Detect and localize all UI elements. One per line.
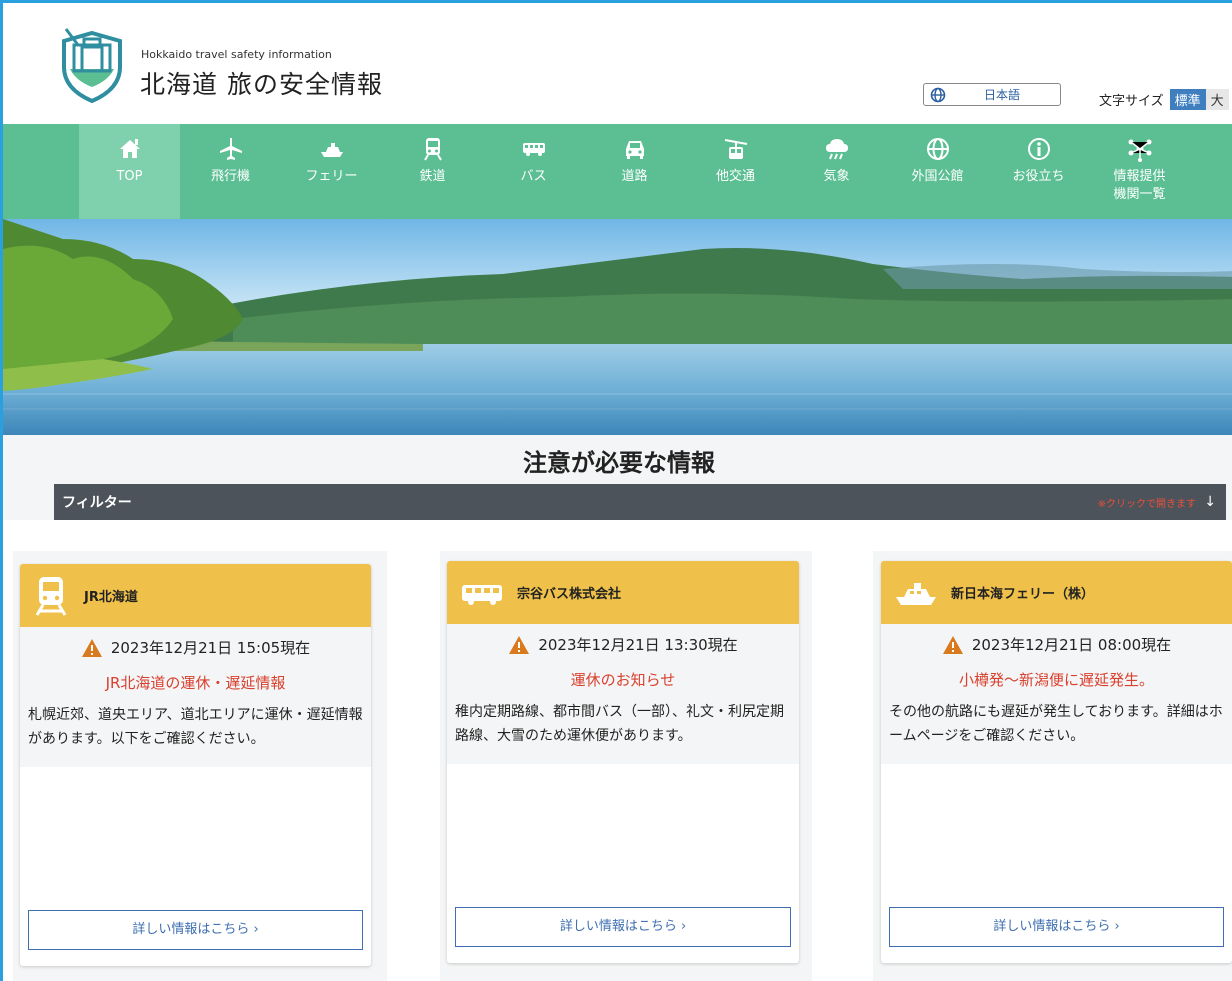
card-description: 稚内定期路線、都市間バス（一部）、礼文・利尻定期路線、大雪のため運休便があります… bbox=[455, 704, 784, 744]
card-header: 宗谷バス株式会社 bbox=[447, 561, 799, 624]
hero-image bbox=[3, 219, 1232, 435]
home-icon bbox=[119, 139, 140, 158]
nav-item-airplane[interactable]: 飛行機 bbox=[180, 124, 281, 219]
warning-icon bbox=[81, 638, 102, 657]
nav-item-road[interactable]: 道路 bbox=[584, 124, 685, 219]
ferry-icon bbox=[896, 582, 936, 605]
logo-subtitle: Hokkaido travel safety information bbox=[141, 48, 332, 61]
details-button[interactable]: 詳しい情報はこちら › bbox=[455, 907, 791, 947]
card-date-text: 2023年12月21日 13:30現在 bbox=[538, 636, 738, 654]
card-date: 2023年12月21日 08:00現在 bbox=[881, 634, 1232, 655]
arrow-down-icon: ↓ bbox=[1204, 494, 1216, 510]
language-value: 日本語 bbox=[984, 88, 1021, 102]
nav-item-providers[interactable]: 情報提供 機関一覧 bbox=[1089, 124, 1190, 219]
card-date: 2023年12月21日 13:30現在 bbox=[447, 634, 799, 655]
bus-icon bbox=[462, 584, 502, 605]
nav-item-other-transport[interactable]: 他交通 bbox=[685, 124, 786, 219]
font-size-control: 文字サイズ 標準 大 bbox=[1099, 89, 1229, 110]
nav-label: 他交通 bbox=[715, 169, 755, 184]
card-org-name: JR北海道 bbox=[84, 590, 138, 605]
ropeway-icon bbox=[724, 139, 747, 159]
nav-label: 飛行機 bbox=[210, 169, 250, 184]
card-description: 札幌近郊、道央エリア、道北エリアに運休・遅延情報があります。以下をご確認ください… bbox=[28, 707, 363, 747]
card-description: その他の航路にも遅延が発生しております。詳細はホームページをご確認ください。 bbox=[889, 704, 1223, 744]
nav-label: TOP bbox=[116, 169, 143, 184]
nav-label: 気象 bbox=[823, 169, 850, 184]
filter-label: フィルター bbox=[62, 495, 132, 511]
weather-icon bbox=[825, 139, 848, 160]
nav-item-consulates[interactable]: 外国公館 bbox=[887, 124, 988, 219]
card-header: 新日本海フェリー（株） bbox=[881, 561, 1232, 624]
filter-toggle[interactable]: フィルター ※クリックで開きます ↓ bbox=[54, 484, 1226, 520]
logo-icon[interactable] bbox=[58, 27, 126, 105]
network-icon bbox=[1128, 139, 1151, 162]
card-date-text: 2023年12月21日 15:05現在 bbox=[110, 639, 311, 657]
card-header: JR北海道 bbox=[20, 564, 371, 627]
train-icon bbox=[35, 576, 67, 616]
card-body: 2023年12月21日 08:00現在 小樽発～新潟便に遅延発生。 その他の航路… bbox=[881, 624, 1232, 764]
nav-item-weather[interactable]: 気象 bbox=[786, 124, 887, 219]
section-title: 注意が必要な情報 bbox=[523, 449, 715, 477]
nav-item-useful[interactable]: お役立ち bbox=[988, 124, 1089, 219]
nav-item-ferry[interactable]: フェリー bbox=[281, 124, 382, 219]
info-icon bbox=[1027, 138, 1050, 160]
card-org-name: 宗谷バス株式会社 bbox=[517, 587, 622, 602]
font-size-standard-button[interactable]: 標準 bbox=[1169, 89, 1206, 110]
main-nav: TOP 飛行機 フェリー 鉄道 バス 道路 他交通 気象 外国公館 お役立ち 情… bbox=[3, 124, 1232, 219]
alert-card: 新日本海フェリー（株） 2023年12月21日 08:00現在 小樽発～新潟便に… bbox=[881, 561, 1232, 963]
warning-icon bbox=[509, 635, 530, 654]
bus-icon bbox=[522, 143, 545, 156]
card-date: 2023年12月21日 15:05現在 bbox=[20, 637, 371, 658]
card-body: 2023年12月21日 13:30現在 運休のお知らせ 稚内定期路線、都市間バス… bbox=[447, 624, 799, 764]
airplane-icon bbox=[219, 138, 242, 160]
site-header: Hokkaido travel safety information 北海道 旅… bbox=[3, 3, 1232, 124]
page-frame: Hokkaido travel safety information 北海道 旅… bbox=[0, 0, 1232, 981]
language-select[interactable]: 日本語 bbox=[923, 83, 1061, 106]
car-icon bbox=[625, 141, 644, 159]
card-alert-title: 小樽発～新潟便に遅延発生。 bbox=[958, 671, 1154, 689]
card-alert-title: JR北海道の運休・遅延情報 bbox=[105, 674, 286, 692]
globe-icon bbox=[930, 87, 946, 102]
nav-item-train[interactable]: 鉄道 bbox=[382, 124, 483, 219]
warning-icon bbox=[942, 635, 963, 654]
nav-label: 情報提供 機関一覧 bbox=[1113, 169, 1166, 202]
nav-item-bus[interactable]: バス bbox=[483, 124, 584, 219]
font-size-label: 文字サイズ bbox=[1099, 94, 1164, 109]
train-icon bbox=[423, 138, 442, 161]
nav-item-top[interactable]: TOP bbox=[79, 124, 180, 219]
nav-label: 鉄道 bbox=[419, 169, 446, 184]
card-body: 2023年12月21日 15:05現在 JR北海道の運休・遅延情報 札幌近郊、道… bbox=[20, 627, 371, 767]
details-button[interactable]: 詳しい情報はこちら › bbox=[28, 910, 363, 950]
nav-label: 道路 bbox=[621, 169, 648, 184]
details-button[interactable]: 詳しい情報はこちら › bbox=[889, 907, 1224, 947]
card-date-text: 2023年12月21日 08:00現在 bbox=[971, 636, 1172, 654]
ferry-icon bbox=[320, 143, 343, 157]
alert-card: JR北海道 2023年12月21日 15:05現在 JR北海道の運休・遅延情報 … bbox=[20, 564, 371, 966]
nav-label: バス bbox=[520, 169, 547, 184]
logo-title[interactable]: 北海道 旅の安全情報 bbox=[140, 65, 383, 101]
card-alert-title: 運休のお知らせ bbox=[570, 671, 676, 689]
font-size-large-button[interactable]: 大 bbox=[1205, 89, 1229, 110]
alert-card: 宗谷バス株式会社 2023年12月21日 13:30現在 運休のお知らせ 稚内定… bbox=[447, 561, 799, 963]
card-org-name: 新日本海フェリー（株） bbox=[951, 587, 1095, 602]
filter-hint: ※クリックで開きます bbox=[1097, 498, 1196, 510]
globe-icon bbox=[926, 138, 949, 160]
nav-label: 外国公館 bbox=[911, 169, 964, 184]
nav-label: お役立ち bbox=[1012, 169, 1065, 184]
nav-label: フェリー bbox=[305, 169, 358, 184]
